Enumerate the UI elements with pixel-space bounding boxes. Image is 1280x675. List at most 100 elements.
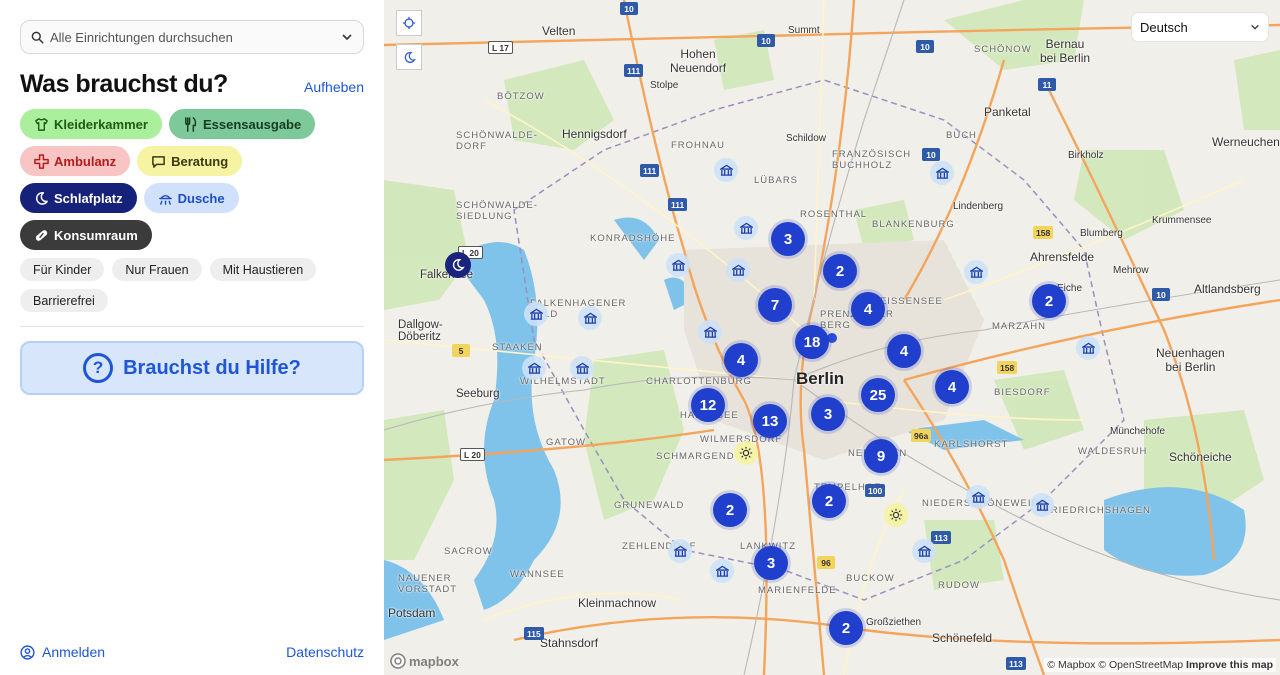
- attribution-mapbox[interactable]: © Mapbox: [1047, 659, 1095, 671]
- night-mode-button[interactable]: [396, 44, 422, 70]
- shower-icon: [158, 194, 172, 205]
- district-label: BLANKENBURG: [872, 219, 955, 230]
- night-facility-marker[interactable]: [445, 252, 471, 278]
- facility-marker[interactable]: [698, 320, 722, 344]
- map-label-potsdam: Potsdam: [388, 606, 436, 620]
- road-shield: 10: [1152, 288, 1170, 301]
- cluster-marker[interactable]: 13: [753, 404, 787, 438]
- category-essensausgabe[interactable]: Essensausgabe: [168, 109, 316, 139]
- cluster-marker[interactable]: 25: [861, 378, 895, 412]
- building-icon: [719, 164, 733, 176]
- road-shield: 158: [1033, 226, 1054, 239]
- sidebar-footer: Anmelden Datenschutz: [20, 644, 364, 660]
- building-icon: [527, 362, 541, 374]
- search-input[interactable]: Alle Einrichtungen durchsuchen: [50, 30, 341, 45]
- cluster-marker[interactable]: 2: [713, 493, 747, 527]
- moon-icon: [452, 259, 465, 271]
- map-label-bernau: Bernau bei Berlin: [1040, 37, 1091, 65]
- building-icon: [671, 259, 685, 271]
- facility-marker[interactable]: [1030, 493, 1054, 517]
- district-label: BUCH: [946, 130, 977, 141]
- cluster-marker[interactable]: 3: [754, 546, 788, 580]
- filter-barrierefrei[interactable]: Barrierefrei: [20, 289, 108, 312]
- language-select[interactable]: Deutsch: [1132, 13, 1268, 41]
- category-beratung[interactable]: Beratung: [137, 146, 243, 176]
- facility-marker[interactable]: [930, 161, 954, 185]
- mapbox-logo[interactable]: mapbox: [390, 653, 459, 669]
- cluster-marker[interactable]: 2: [1032, 284, 1066, 318]
- search-dropdown[interactable]: Alle Einrichtungen durchsuchen: [20, 20, 364, 54]
- building-icon: [715, 565, 729, 577]
- category-schlafplatz[interactable]: Schlafplatz: [20, 183, 137, 213]
- facility-marker[interactable]: [1076, 336, 1100, 360]
- crosshair-icon: [402, 16, 416, 30]
- question-icon: ?: [83, 353, 114, 383]
- district-label: SCHÖNWALDE- DORF: [456, 130, 538, 152]
- help-label: Brauchst du Hilfe?: [123, 356, 301, 379]
- cluster-marker[interactable]: 18: [795, 325, 829, 359]
- attribution-osm[interactable]: © OpenStreetMap: [1098, 659, 1183, 671]
- cluster-marker[interactable]: 9: [864, 439, 898, 473]
- facility-marker[interactable]: [964, 260, 988, 284]
- facility-marker[interactable]: [726, 258, 750, 282]
- road-shield: L 20: [460, 448, 485, 461]
- help-button[interactable]: ? Brauchst du Hilfe?: [20, 341, 364, 395]
- facility-marker[interactable]: [570, 356, 594, 380]
- facility-marker[interactable]: [714, 158, 738, 182]
- cluster-marker[interactable]: 7: [758, 288, 792, 322]
- facility-marker[interactable]: [522, 356, 546, 380]
- map-label-kleinmachnow: Kleinmachnow: [578, 596, 657, 610]
- facility-marker[interactable]: [524, 302, 548, 326]
- facility-marker[interactable]: [966, 485, 990, 509]
- login-link[interactable]: Anmelden: [20, 644, 105, 660]
- cluster-marker[interactable]: 12: [691, 388, 725, 422]
- shirt-icon: [35, 117, 48, 131]
- filter-kinder[interactable]: Für Kinder: [20, 258, 105, 281]
- category-list: Kleiderkammer Essensausgabe Ambulanz Ber…: [20, 109, 364, 250]
- facility-marker[interactable]: [710, 559, 734, 583]
- building-icon: [1081, 342, 1095, 354]
- cluster-marker[interactable]: 4: [724, 343, 758, 377]
- map-label-velten: Velten: [542, 24, 576, 38]
- category-kleiderkammer[interactable]: Kleiderkammer: [20, 109, 162, 139]
- cluster-marker[interactable]: 4: [851, 292, 885, 326]
- cluster-marker[interactable]: 2: [829, 611, 863, 645]
- map-label-altlandsberg: Altlandsberg: [1194, 282, 1261, 296]
- filter-frauen[interactable]: Nur Frauen: [112, 258, 202, 281]
- facility-marker[interactable]: [734, 216, 758, 240]
- category-dusche[interactable]: Dusche: [143, 183, 239, 213]
- filter-haustiere[interactable]: Mit Haustieren: [209, 258, 317, 281]
- map-label-hohen-neuendorf: Hohen Neuendorf: [670, 47, 727, 75]
- road-shield: 10: [916, 40, 934, 53]
- privacy-link[interactable]: Datenschutz: [286, 644, 364, 660]
- locate-button[interactable]: [396, 10, 422, 36]
- cluster-marker[interactable]: 3: [811, 397, 845, 431]
- cluster-marker[interactable]: 3: [771, 222, 805, 256]
- district-label: KARLSHORST: [934, 439, 1009, 450]
- facility-marker[interactable]: [668, 539, 692, 563]
- map-label-birkholz: Birkholz: [1068, 150, 1104, 161]
- improve-map-link[interactable]: Improve this map: [1186, 659, 1273, 671]
- reset-filters-link[interactable]: Aufheben: [304, 79, 364, 95]
- fork-knife-icon: [185, 116, 197, 132]
- district-label: MARIENFELDE: [758, 585, 837, 596]
- category-ambulanz[interactable]: Ambulanz: [20, 146, 131, 176]
- day-facility-marker[interactable]: [734, 441, 758, 465]
- facility-marker[interactable]: [912, 539, 936, 563]
- district-label: BIESDORF: [994, 387, 1051, 398]
- cluster-marker[interactable]: 4: [887, 334, 921, 368]
- cluster-marker[interactable]: 2: [823, 254, 857, 288]
- building-icon: [703, 326, 717, 338]
- cluster-marker[interactable]: 2: [812, 484, 846, 518]
- page-title: Was brauchst du?: [20, 70, 228, 98]
- road-shield: 100: [865, 484, 886, 497]
- facility-marker[interactable]: [578, 306, 602, 330]
- day-facility-marker[interactable]: [884, 503, 908, 527]
- map-label-dallgow: Dallgow- Döberitz: [398, 319, 443, 343]
- district-label: SCHÖNWALDE- SIEDLUNG: [456, 200, 538, 222]
- map[interactable]: Deutsch Berlin Velten Hohen Neuendorf He…: [384, 0, 1280, 675]
- facility-marker[interactable]: [666, 253, 690, 277]
- district-label: FRIEDRICHSHAGEN: [1044, 505, 1151, 516]
- cluster-marker[interactable]: 4: [935, 370, 969, 404]
- category-konsumraum[interactable]: Konsumraum: [20, 220, 152, 250]
